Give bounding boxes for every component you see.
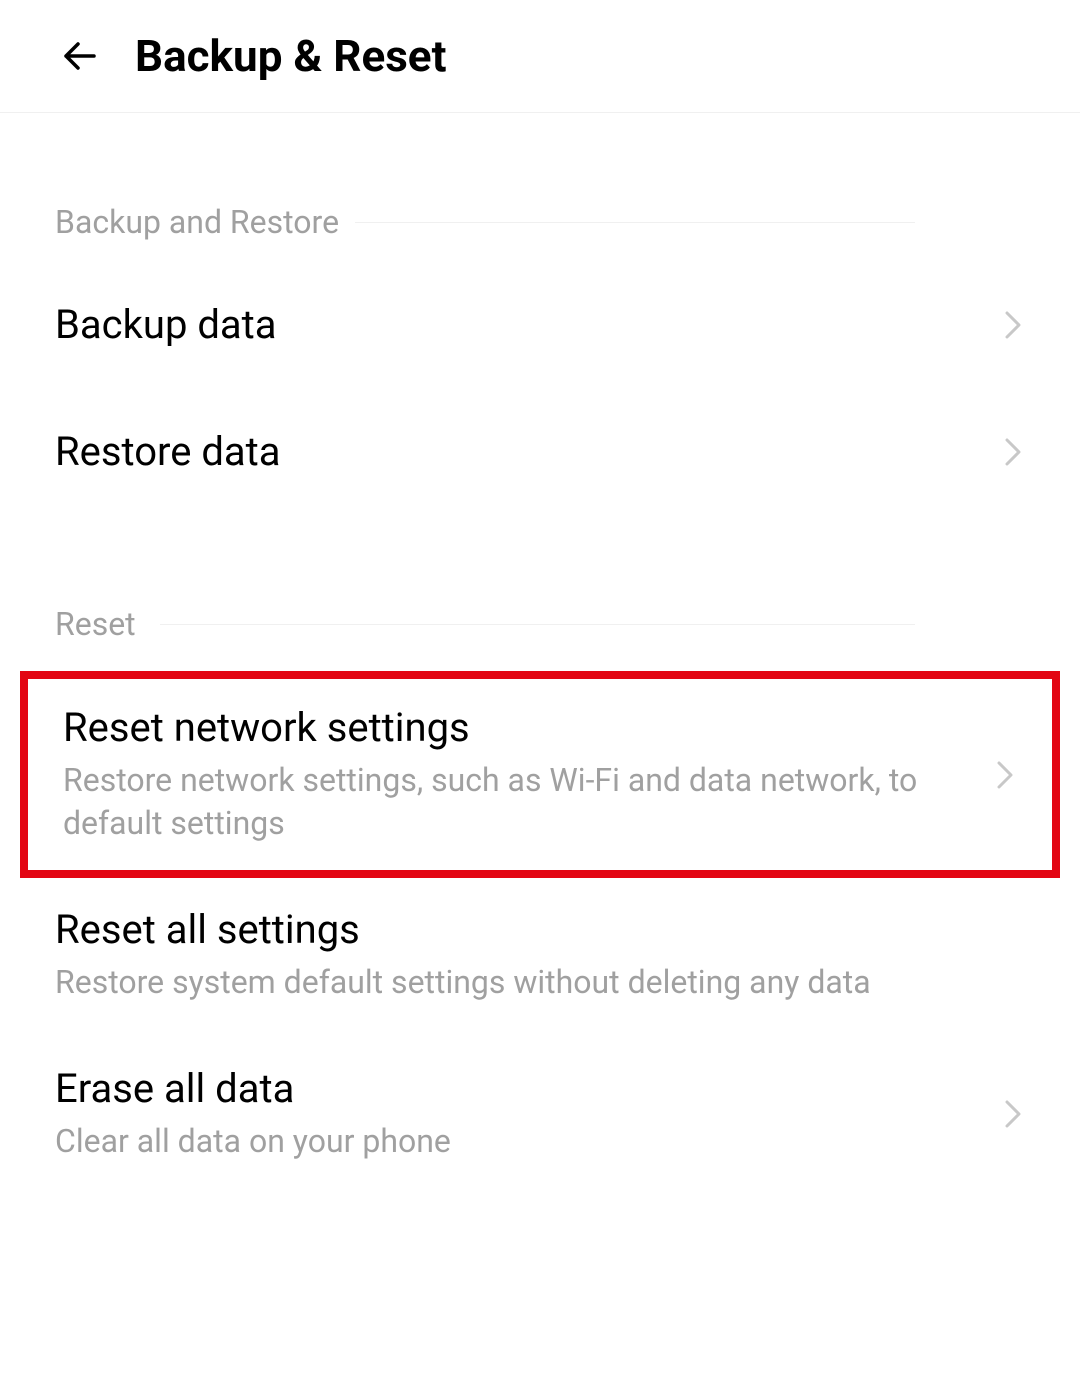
erase-all-title: Erase all data (55, 1065, 991, 1112)
chevron-right-icon (1001, 440, 1025, 464)
backup-data-item[interactable]: Backup data (0, 261, 1080, 388)
restore-data-title: Restore data (55, 428, 991, 475)
reset-network-subtitle: Restore network settings, such as Wi-Fi … (63, 759, 983, 845)
list-item-content: Reset all settings Restore system defaul… (55, 906, 1025, 1004)
section-header-reset: Reset (0, 515, 1080, 663)
backup-data-title: Backup data (55, 301, 991, 348)
erase-all-data-item[interactable]: Erase all data Clear all data on your ph… (0, 1035, 1080, 1203)
list-item-content: Restore data (55, 428, 991, 475)
restore-data-item[interactable]: Restore data (0, 388, 1080, 515)
header: Backup & Reset (0, 0, 1080, 113)
content: Backup and Restore Backup data Restore d… (0, 113, 1080, 1203)
chevron-right-icon (1001, 313, 1025, 337)
chevron-right-icon (993, 763, 1017, 787)
back-button[interactable] (55, 31, 105, 81)
list-item-content: Reset network settings Restore network s… (63, 704, 983, 845)
arrow-left-icon (56, 32, 104, 80)
reset-all-settings-item[interactable]: Reset all settings Restore system defaul… (0, 886, 1080, 1034)
reset-network-settings-item[interactable]: Reset network settings Restore network s… (20, 671, 1060, 878)
erase-all-subtitle: Clear all data on your phone (55, 1120, 991, 1163)
chevron-right-icon (1001, 1102, 1025, 1126)
reset-all-title: Reset all settings (55, 906, 1025, 953)
list-item-content: Backup data (55, 301, 991, 348)
reset-network-title: Reset network settings (63, 704, 983, 751)
list-item-content: Erase all data Clear all data on your ph… (55, 1065, 991, 1163)
page-title: Backup & Reset (135, 30, 446, 82)
section-header-backup-restore: Backup and Restore (0, 113, 1080, 261)
reset-all-subtitle: Restore system default settings without … (55, 961, 1025, 1004)
